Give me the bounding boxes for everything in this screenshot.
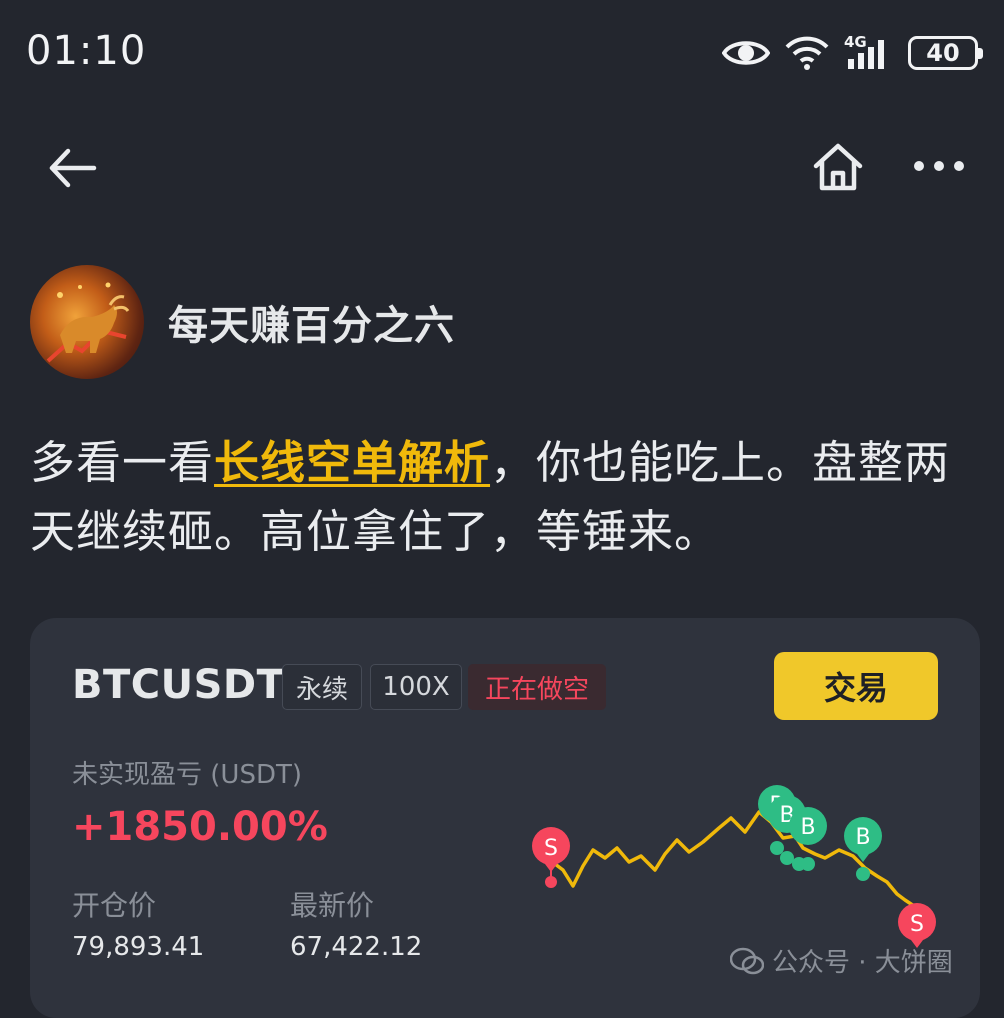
arrow-left-icon[interactable] xyxy=(44,143,100,193)
pnl-label: 未实现盈亏 (USDT) xyxy=(72,760,302,790)
home-icon[interactable] xyxy=(810,139,866,195)
tag-short-status: 正在做空 xyxy=(468,664,606,710)
last-price-label: 最新价 xyxy=(290,889,375,922)
signal-bars-icon xyxy=(848,40,884,69)
watermark-text: 公众号 · 大饼圈 xyxy=(772,948,953,978)
nav-bar xyxy=(0,125,1004,215)
avatar[interactable] xyxy=(30,265,144,379)
svg-text:S: S xyxy=(910,912,924,937)
entry-price: 79,893.41 xyxy=(72,932,205,962)
svg-text:B: B xyxy=(855,825,870,850)
author-header[interactable]: 每天赚百分之六 xyxy=(30,265,455,379)
last-price: 67,422.12 xyxy=(290,932,423,962)
bull-avatar-icon xyxy=(46,282,130,363)
pnl-value: +1850.00% xyxy=(72,804,328,850)
entry-price-label: 开仓价 xyxy=(72,889,157,922)
watermark: 公众号 · 大饼圈 xyxy=(730,942,953,979)
tag-perpetual: 永续 xyxy=(282,664,362,710)
position-symbol: BTCUSDT xyxy=(72,662,285,708)
status-icons: 4G 40 xyxy=(722,33,983,73)
sell-marker: S xyxy=(532,827,570,888)
post-text-before: 多看一看 xyxy=(30,436,215,489)
more-dots-icon[interactable] xyxy=(912,149,966,183)
buy-marker: B xyxy=(844,817,882,881)
author-name[interactable]: 每天赚百分之六 xyxy=(168,293,455,351)
buy-marker: B xyxy=(789,807,827,871)
trade-button[interactable]: 交易 xyxy=(774,652,938,720)
battery-indicator: 40 xyxy=(908,36,983,70)
svg-text:S: S xyxy=(544,836,558,861)
article-link[interactable]: 长线空单解析 xyxy=(214,436,490,489)
wifi-icon xyxy=(785,36,829,70)
cellular-signal: 4G xyxy=(844,33,894,71)
status-bar: 01:10 4G 40 xyxy=(0,0,1004,110)
tag-leverage: 100X xyxy=(370,664,462,710)
eye-icon xyxy=(722,41,770,65)
status-time: 01:10 xyxy=(26,28,147,74)
wechat-icon xyxy=(730,947,764,974)
svg-text:B: B xyxy=(800,815,815,840)
post-body: 多看一看长线空单解析，你也能吃上。盘整两天继续砸。高位拿住了，等锤来。 xyxy=(30,428,980,566)
